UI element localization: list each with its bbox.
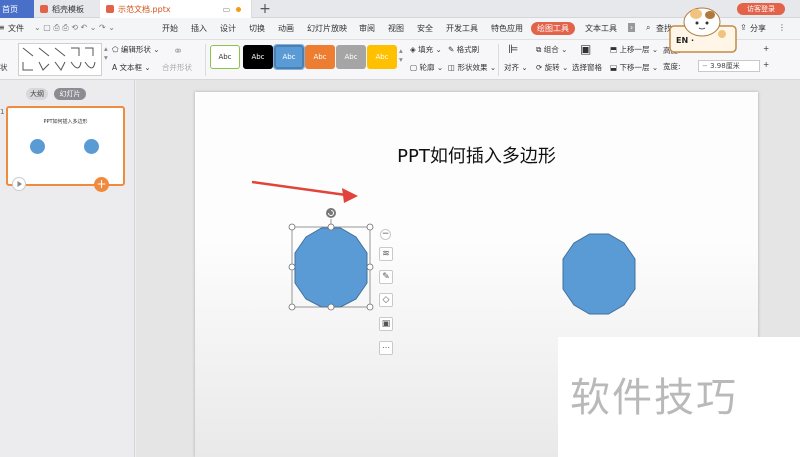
collapse-tools-button[interactable]: − xyxy=(380,229,391,240)
layers-icon[interactable]: ≋ xyxy=(379,247,393,261)
red-arrow-annotation xyxy=(251,180,358,203)
polygon-shape[interactable] xyxy=(562,233,636,315)
rotate-handle-icon[interactable] xyxy=(326,208,336,218)
more-options-icon[interactable]: ⋯ xyxy=(379,341,393,355)
watermark-panel: 软件技巧 xyxy=(558,337,800,457)
border-icon[interactable]: ▣ xyxy=(379,317,393,331)
pen-icon[interactable]: ✎ xyxy=(379,270,393,284)
watermark-text: 软件技巧 xyxy=(570,375,738,421)
selected-polygon-shape[interactable] xyxy=(294,227,368,308)
fill-bucket-icon[interactable]: ◇ xyxy=(379,293,393,307)
